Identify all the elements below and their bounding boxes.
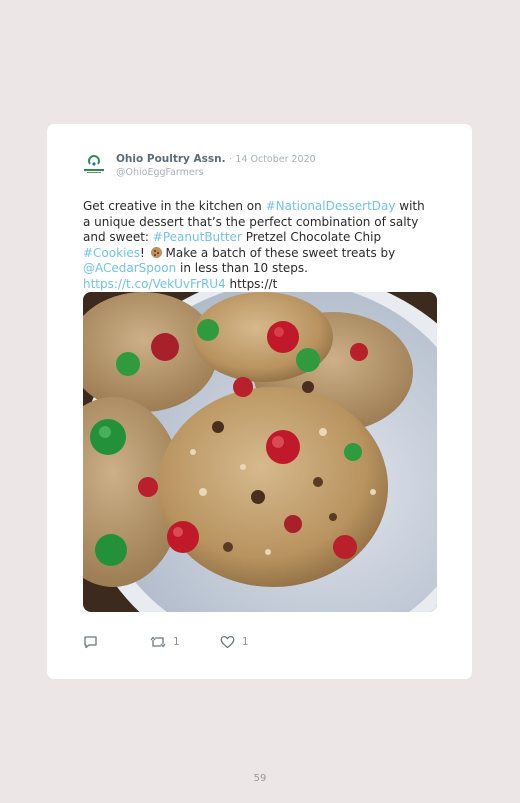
retweet-count: 1 [173,636,180,648]
cookie-emoji-icon [150,246,162,258]
separator-dot: · [228,154,233,165]
tweet-photo[interactable] [83,292,437,612]
retweet-icon[interactable] [150,635,166,649]
tweet-text-part: in less than 10 steps. [176,261,308,275]
author-handle[interactable]: @OhioEggFarmers [116,167,204,178]
tweet-text-part: Make a batch of these sweet treats by [161,245,396,260]
tweet-text-part: Get creative in the kitchen on [83,199,266,213]
hashtag-national-dessert-day[interactable]: #NationalDessertDay [266,199,396,213]
profile-logo-icon[interactable] [81,153,107,179]
hashtag-cookies[interactable]: #Cookies [83,246,140,260]
reply-action[interactable] [83,634,105,650]
hashtag-peanut-butter[interactable]: #PeanutButter [153,230,242,244]
author-name[interactable]: Ohio Poultry Assn. [116,153,226,165]
tweet-card: Ohio Poultry Assn. · 14 October 2020 @Oh… [47,124,472,679]
tweet-date[interactable]: 14 October 2020 [235,154,315,165]
tweet-text-part: https://t [225,276,278,291]
mention-acedarspoon[interactable]: @ACedarSpoon [83,261,176,275]
like-action[interactable]: 1 [220,634,249,650]
tweet-text-part: Pretzel Chocolate Chip [241,230,382,244]
heart-icon[interactable] [220,635,235,649]
tweet-text-part: ! [140,245,149,260]
tweet-author-line: Ohio Poultry Assn. · 14 October 2020 [116,153,316,166]
tweet-text: Get creative in the kitchen on #National… [83,199,433,292]
reply-icon[interactable] [83,635,98,649]
tweet-link[interactable]: https://t.co/VekUvFrRU4 [83,277,226,291]
tweet-actions: 1 1 [83,634,383,650]
like-count: 1 [242,636,249,648]
retweet-action[interactable]: 1 [150,634,180,650]
page-number: 59 [253,773,267,784]
